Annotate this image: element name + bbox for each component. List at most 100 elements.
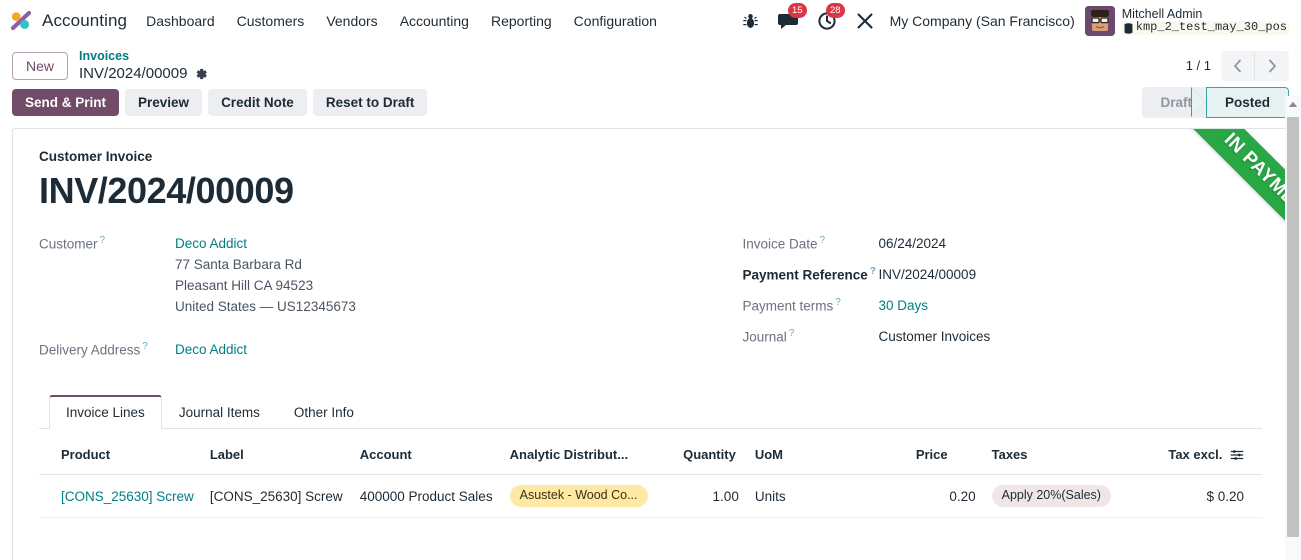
bug-icon[interactable] (733, 6, 768, 36)
journal-value[interactable]: Customer Invoices (879, 327, 991, 348)
table-header-row: Product Label Account Analytic Distribut… (39, 434, 1262, 476)
sliders-icon[interactable] (1230, 448, 1244, 462)
odoo-logo-icon (8, 8, 34, 34)
send-and-print-button[interactable]: Send & Print (12, 89, 120, 117)
invoice-lines-body: [CONS_25630] Screw [CONS_25630] Screw 40… (39, 474, 1262, 518)
messages-icon[interactable]: 15 (768, 3, 808, 36)
invoice-lines-table: Product Label Account Analytic Distribut… (39, 434, 1262, 518)
menu-item-dashboard[interactable]: Dashboard (135, 7, 226, 35)
tab-other-info[interactable]: Other Info (277, 395, 371, 429)
cell-quantity[interactable]: 1.00 (675, 474, 747, 518)
cell-analytic[interactable]: Asustek - Wood Co... (501, 474, 676, 518)
field-payment-reference: Payment Reference? INV/2024/00009 (743, 265, 1245, 286)
database-name: kmp_2_test_may_30_pos (1135, 20, 1287, 35)
notebook-tabs: Invoice Lines Journal Items Other Info (39, 394, 1262, 429)
menu-item-customers[interactable]: Customers (226, 7, 316, 35)
delivery-address-label: Delivery Address? (39, 340, 148, 358)
help-tooltip-icon[interactable]: ? (789, 328, 795, 339)
menu-item-vendors[interactable]: Vendors (315, 7, 388, 35)
page-title: INV/2024/00009 (39, 170, 294, 212)
breadcrumb-item-invoices[interactable]: Invoices (79, 48, 208, 64)
column-header-analytic[interactable]: Analytic Distribut... (501, 434, 676, 476)
chevron-right-icon (1268, 59, 1276, 72)
brand-home-link[interactable]: Accounting (6, 8, 135, 34)
activities-icon[interactable]: 28 (808, 3, 846, 36)
menu-item-reporting[interactable]: Reporting (480, 7, 563, 35)
scrollbar-thumb[interactable] (1287, 117, 1299, 537)
credit-note-button[interactable]: Credit Note (208, 89, 307, 117)
cell-label[interactable]: [CONS_25630] Screw (201, 474, 352, 518)
main-menu: Dashboard Customers Vendors Accounting R… (135, 7, 668, 35)
customer-link[interactable]: Deco Addict (175, 234, 356, 255)
gear-icon[interactable] (194, 67, 208, 81)
invoice-date-label: Invoice Date? (742, 235, 826, 252)
cell-uom[interactable]: Units (746, 474, 908, 518)
app-name: Accounting (42, 11, 128, 30)
delivery-address-link[interactable]: Deco Addict (175, 340, 247, 361)
menu-item-accounting[interactable]: Accounting (389, 7, 480, 35)
pager-count: 1 / 1 (1185, 58, 1211, 74)
navbar-systray: 15 28 My Company (San Francisco) Mitchel… (733, 3, 1293, 36)
cell-account[interactable]: 400000 Product Sales (351, 474, 502, 518)
column-header-account[interactable]: Account (351, 434, 502, 476)
cell-tax-excluded: $ 0.20 (1160, 474, 1262, 518)
caret-up-icon (1288, 101, 1298, 107)
database-tag: kmp_2_test_may_30_pos (1121, 20, 1289, 36)
tab-journal-items[interactable]: Journal Items (162, 395, 277, 429)
top-navbar: Accounting Dashboard Customers Vendors A… (0, 0, 1301, 42)
menu-item-configuration[interactable]: Configuration (563, 7, 668, 35)
form-column-left: Customer? Deco Addict 77 Santa Barbara R… (39, 234, 651, 371)
customer-address-line-3: United States — US12345673 (175, 298, 356, 314)
column-header-label[interactable]: Label (201, 434, 352, 476)
table-row[interactable]: [CONS_25630] Screw [CONS_25630] Screw 40… (39, 474, 1262, 518)
invoice-lines-header: Product Label Account Analytic Distribut… (39, 434, 1262, 476)
column-header-tax-excluded: Tax excl. (1160, 434, 1262, 476)
chevron-left-icon (1233, 59, 1241, 72)
analytic-distribution-badge[interactable]: Asustek - Wood Co... (509, 485, 648, 507)
invoice-date-value[interactable]: 06/24/2024 (879, 234, 947, 255)
help-tooltip-icon[interactable]: ? (835, 297, 841, 308)
sheet-content: Customer Invoice INV/2024/00009 Customer… (13, 129, 1288, 518)
tax-badge[interactable]: Apply 20%(Sales) (991, 485, 1111, 507)
vertical-scrollbar[interactable] (1285, 96, 1301, 560)
field-delivery-address: Delivery Address? Deco Addict (39, 340, 633, 361)
cell-price[interactable]: 0.20 (907, 474, 984, 518)
tab-invoice-lines[interactable]: Invoice Lines (49, 394, 162, 429)
column-header-quantity[interactable]: Quantity (675, 434, 747, 476)
help-tooltip-icon[interactable]: ? (870, 266, 876, 277)
column-header-uom[interactable]: UoM (746, 434, 908, 476)
payment-reference-value[interactable]: INV/2024/00009 (879, 265, 977, 286)
column-header-taxes[interactable]: Taxes (983, 434, 1161, 476)
field-payment-terms: Payment terms? 30 Days (743, 296, 1245, 317)
control-panel: New Invoices INV/2024/00009 1 / 1 (0, 42, 1301, 88)
status-step-posted[interactable]: Posted (1205, 87, 1289, 119)
cell-taxes[interactable]: Apply 20%(Sales) (983, 474, 1161, 518)
company-switcher[interactable]: My Company (San Francisco) (884, 13, 1085, 29)
new-button[interactable]: New (12, 51, 69, 80)
user-menu[interactable]: Mitchell Admin kmp_2_test_may_30_pos (1084, 6, 1293, 36)
breadcrumb-current: INV/2024/00009 (79, 64, 208, 83)
cell-product[interactable]: [CONS_25630] Screw (39, 474, 202, 518)
payment-reference-label: Payment Reference? (742, 266, 876, 283)
field-journal: Journal? Customer Invoices (743, 327, 1245, 348)
help-tooltip-icon[interactable]: ? (820, 235, 826, 246)
pager-next-button[interactable] (1255, 50, 1289, 81)
preview-button[interactable]: Preview (125, 89, 203, 117)
tools-icon[interactable] (846, 6, 884, 36)
reset-to-draft-button[interactable]: Reset to Draft (312, 89, 428, 117)
breadcrumb-current-label: INV/2024/00009 (79, 65, 188, 82)
user-name: Mitchell Admin (1121, 6, 1203, 21)
avatar (1084, 6, 1115, 36)
payment-terms-value[interactable]: 30 Days (879, 296, 929, 317)
column-header-price[interactable]: Price (907, 434, 984, 476)
form-columns: Customer? Deco Addict 77 Santa Barbara R… (39, 234, 1262, 371)
help-tooltip-icon[interactable]: ? (142, 341, 148, 352)
customer-address-line-1: 77 Santa Barbara Rd (175, 257, 302, 273)
help-tooltip-icon[interactable]: ? (100, 235, 106, 246)
product-link[interactable]: [CONS_25630] Screw (61, 489, 194, 504)
column-header-product[interactable]: Product (39, 434, 202, 476)
activities-badge: 28 (826, 3, 845, 18)
field-invoice-date: Invoice Date? 06/24/2024 (743, 234, 1245, 255)
scroll-up-button[interactable] (1285, 96, 1301, 113)
pager-previous-button[interactable] (1221, 50, 1255, 81)
